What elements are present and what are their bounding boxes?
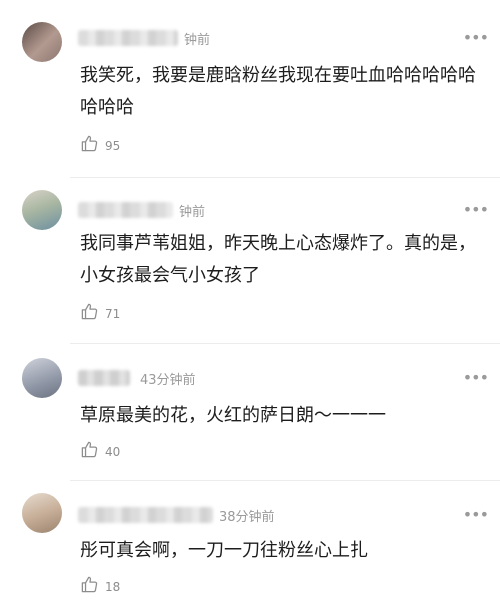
avatar[interactable] xyxy=(22,493,62,533)
more-options-icon[interactable]: ••• xyxy=(463,200,489,219)
comment-time: 38分钟前 xyxy=(219,509,275,525)
comment-meta: 38分钟前 xyxy=(78,505,275,525)
like-count: 40 xyxy=(105,444,121,459)
like-button[interactable]: 95 xyxy=(80,134,120,157)
username-blurred[interactable] xyxy=(78,202,173,218)
comment-text: 草原最美的花，火红的萨日朗～一一一 xyxy=(80,405,386,426)
comment-time: 钟前 xyxy=(179,204,206,220)
comment-item: 钟前 ••• 我同事芦苇姐姐，昨天晚上心态爆炸了。真的是，小女孩最会气小女孩了 … xyxy=(0,178,500,344)
comment-time: 钟前 xyxy=(184,32,211,48)
comment-time: 43分钟前 xyxy=(140,372,196,388)
thumbs-up-icon xyxy=(80,302,99,325)
like-button[interactable]: 71 xyxy=(80,302,120,325)
thumbs-up-icon xyxy=(80,575,99,598)
avatar[interactable] xyxy=(22,190,62,230)
username-blurred[interactable] xyxy=(78,370,130,386)
comment-meta: 43分钟前 xyxy=(78,368,196,388)
comment-item: 38分钟前 ••• 彤可真会啊，一刀一刀往粉丝心上扎 18 xyxy=(0,481,500,613)
comment-item: 钟前 ••• 我笑死，我要是鹿晗粉丝我现在要吐血哈哈哈哈哈哈哈哈 95 xyxy=(0,0,500,178)
like-button[interactable]: 18 xyxy=(80,575,120,598)
comment-text: 彤可真会啊，一刀一刀往粉丝心上扎 xyxy=(80,540,368,561)
comment-feed: 钟前 ••• 我笑死，我要是鹿晗粉丝我现在要吐血哈哈哈哈哈哈哈哈 95 钟前 •… xyxy=(0,0,500,613)
like-count: 95 xyxy=(105,138,121,153)
comment-meta: 钟前 xyxy=(78,200,205,220)
username-blurred[interactable] xyxy=(78,507,213,523)
more-options-icon[interactable]: ••• xyxy=(463,505,489,524)
like-button[interactable]: 40 xyxy=(80,440,120,463)
comment-text: 我笑死，我要是鹿晗粉丝我现在要吐血哈哈哈哈哈哈哈哈 xyxy=(80,65,476,118)
comment-meta: 钟前 xyxy=(78,28,210,48)
more-options-icon[interactable]: ••• xyxy=(463,368,489,387)
more-options-icon[interactable]: ••• xyxy=(463,28,489,47)
avatar[interactable] xyxy=(22,22,62,62)
thumbs-up-icon xyxy=(80,440,99,463)
like-count: 18 xyxy=(105,579,121,594)
comment-text: 我同事芦苇姐姐，昨天晚上心态爆炸了。真的是，小女孩最会气小女孩了 xyxy=(80,233,476,286)
username-blurred[interactable] xyxy=(78,30,178,46)
avatar[interactable] xyxy=(22,358,62,398)
thumbs-up-icon xyxy=(80,134,99,157)
comment-item: 43分钟前 ••• 草原最美的花，火红的萨日朗～一一一 40 xyxy=(0,344,500,481)
like-count: 71 xyxy=(105,306,121,321)
